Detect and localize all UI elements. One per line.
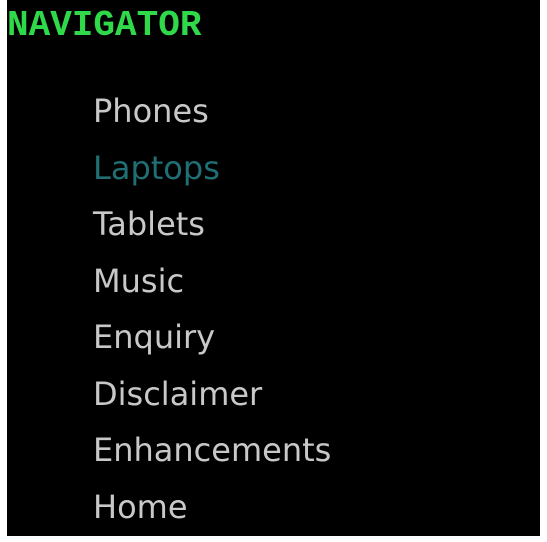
nav-item-tablets: Tablets	[93, 196, 331, 253]
nav-item-laptops: Laptops	[93, 140, 331, 197]
nav-link-phones[interactable]: Phones	[93, 92, 209, 130]
nav-item-disclaimer: Disclaimer	[93, 366, 331, 423]
navigator-title: NAVIGATOR	[7, 5, 202, 46]
navigator-menu: Phones Laptops Tablets Music Enquiry Dis…	[93, 83, 331, 535]
nav-link-disclaimer[interactable]: Disclaimer	[93, 375, 262, 413]
nav-link-home[interactable]: Home	[93, 488, 188, 526]
nav-item-home: Home	[93, 479, 331, 536]
nav-link-music[interactable]: Music	[93, 262, 184, 300]
nav-item-phones: Phones	[93, 83, 331, 140]
nav-link-tablets[interactable]: Tablets	[93, 205, 205, 243]
nav-item-enhancements: Enhancements	[93, 422, 331, 479]
nav-item-enquiry: Enquiry	[93, 309, 331, 366]
nav-link-enhancements[interactable]: Enhancements	[93, 431, 331, 469]
nav-item-music: Music	[93, 253, 331, 310]
nav-link-enquiry[interactable]: Enquiry	[93, 318, 215, 356]
nav-link-laptops[interactable]: Laptops	[93, 149, 220, 187]
navigator-panel: NAVIGATOR Phones Laptops Tablets Music E…	[7, 0, 540, 536]
